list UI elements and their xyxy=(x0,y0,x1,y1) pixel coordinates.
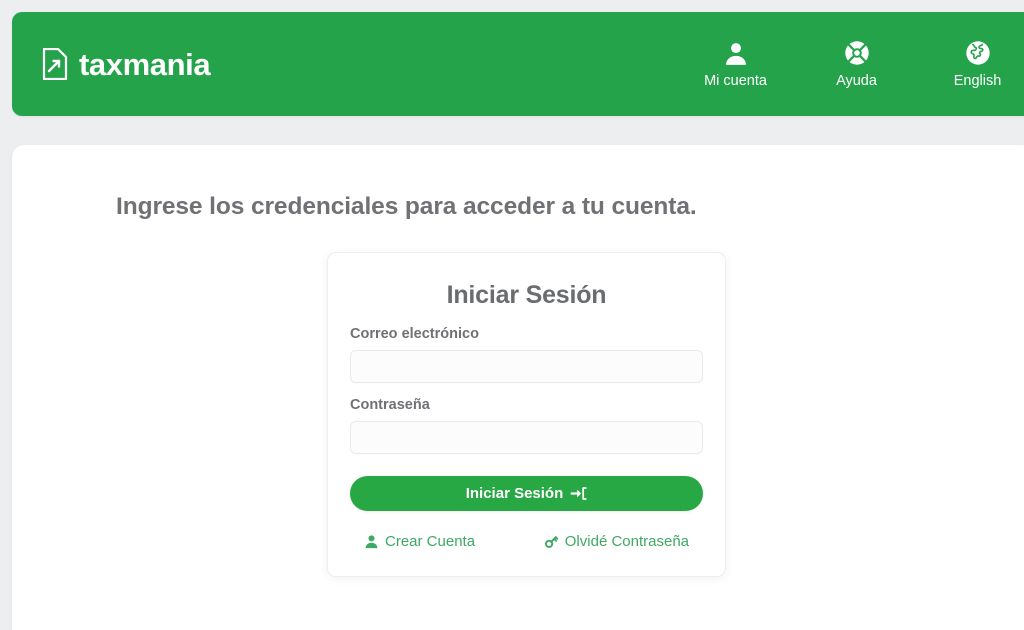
globe-icon xyxy=(965,41,990,65)
login-page: taxmania Mi cuenta Ayuda English Ingrese… xyxy=(0,0,1024,630)
content-panel: Ingrese los credenciales para acceder a … xyxy=(12,145,1024,630)
document-arrow-icon xyxy=(42,48,68,80)
create-account-label: Crear Cuenta xyxy=(385,533,476,550)
brand-logo[interactable]: taxmania xyxy=(42,46,211,82)
nav-label: Ayuda xyxy=(836,72,877,89)
nav-item-ayuda[interactable]: Ayuda xyxy=(796,40,917,89)
brand-name: taxmania xyxy=(79,46,211,82)
forgot-password-label: Olvidé Contraseña xyxy=(564,533,689,550)
header-nav: Mi cuenta Ayuda English xyxy=(675,40,1024,89)
login-card-title: Iniciar Sesión xyxy=(446,281,607,309)
login-submit-label: Iniciar Sesión xyxy=(465,485,564,502)
password-field-group: Contraseña xyxy=(350,397,703,454)
user-icon xyxy=(725,42,746,65)
login-card: Iniciar Sesión Correo electrónico Contra… xyxy=(327,252,726,577)
app-header: taxmania Mi cuenta Ayuda English xyxy=(12,12,1024,116)
login-submit-button[interactable]: Iniciar Sesión xyxy=(350,476,703,511)
life-ring-icon xyxy=(844,41,869,65)
key-icon xyxy=(544,536,558,548)
sign-in-icon xyxy=(570,487,587,500)
nav-label: English xyxy=(953,72,1002,89)
nav-item-mi-cuenta[interactable]: Mi cuenta xyxy=(675,40,796,89)
password-label: Contraseña xyxy=(350,397,430,413)
email-label: Correo electrónico xyxy=(350,326,479,342)
user-icon xyxy=(365,535,378,549)
nav-label: Mi cuenta xyxy=(704,72,767,89)
login-card-links: Crear Cuenta Olvidé Contraseña xyxy=(350,533,703,550)
email-field-group: Correo electrónico xyxy=(350,326,703,383)
forgot-password-link[interactable]: Olvidé Contraseña xyxy=(544,533,689,550)
email-input[interactable] xyxy=(350,350,703,383)
create-account-link[interactable]: Crear Cuenta xyxy=(364,533,475,550)
nav-item-english[interactable]: English xyxy=(917,40,1024,89)
password-input[interactable] xyxy=(350,421,703,454)
page-title: Ingrese los credenciales para acceder a … xyxy=(116,193,697,220)
